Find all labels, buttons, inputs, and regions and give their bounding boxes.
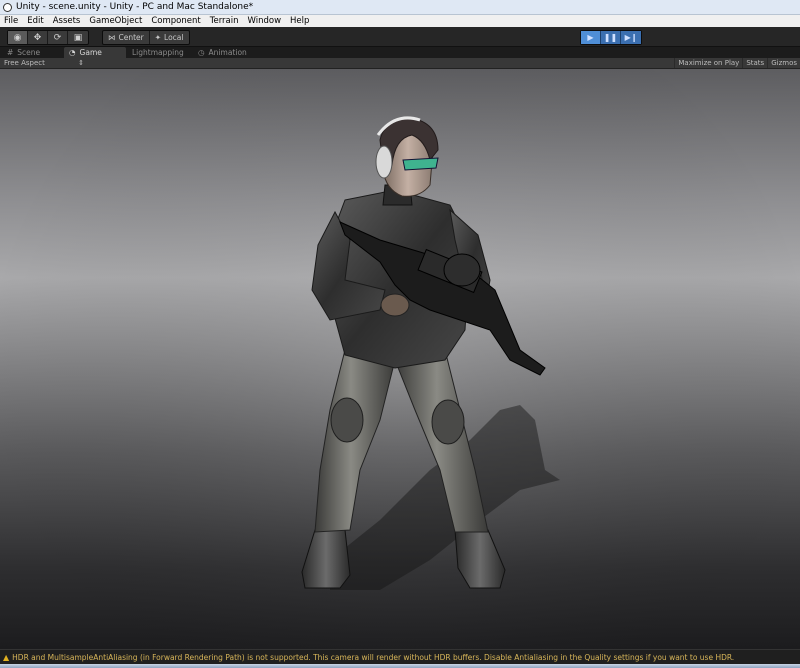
maximize-on-play-toggle[interactable]: Maximize on Play xyxy=(674,58,742,68)
tab-lightmapping[interactable]: Lightmapping xyxy=(127,47,193,58)
tab-scene[interactable]: # Scene xyxy=(2,47,64,58)
character-render xyxy=(0,69,800,649)
move-tool-button[interactable]: ✥ xyxy=(28,31,48,44)
move-arrows-icon: ✥ xyxy=(33,32,42,43)
pivot-center-icon: ⋈ xyxy=(108,33,116,42)
tab-animation-label: Animation xyxy=(208,48,247,57)
rotate-tool-button[interactable]: ⟳ xyxy=(48,31,68,44)
rotate-icon: ⟳ xyxy=(53,32,62,43)
os-taskbar xyxy=(0,664,800,668)
menu-file[interactable]: File xyxy=(0,16,23,26)
step-button[interactable]: ▶❙ xyxy=(621,31,641,44)
play-button[interactable]: ▶ xyxy=(581,31,601,44)
window-title-bar: Unity - scene.unity - Unity - PC and Mac… xyxy=(0,0,800,15)
menu-edit[interactable]: Edit xyxy=(23,16,48,26)
aspect-dropdown[interactable]: Free Aspect ⇕ xyxy=(4,58,84,68)
pivot-local-button[interactable]: ✦ Local xyxy=(150,31,189,44)
transform-tools: ◉ ✥ ⟳ ▣ xyxy=(7,30,89,45)
game-view-options: Maximize on Play Stats Gizmos xyxy=(674,58,800,68)
status-message: HDR and MultisampleAntiAliasing (in Forw… xyxy=(12,653,735,662)
pivot-center-button[interactable]: ⋈ Center xyxy=(103,31,150,44)
menu-terrain[interactable]: Terrain xyxy=(206,16,244,26)
dropdown-arrows-icon: ⇕ xyxy=(78,59,84,67)
game-view-toolbar: Free Aspect ⇕ Maximize on Play Stats Giz… xyxy=(0,58,800,69)
window-title: Unity - scene.unity - Unity - PC and Mac… xyxy=(16,2,254,12)
scene-grid-icon: # xyxy=(7,48,14,57)
menu-bar: File Edit Assets GameObject Component Te… xyxy=(0,15,800,27)
tab-lightmapping-label: Lightmapping xyxy=(132,48,184,57)
local-space-icon: ✦ xyxy=(154,33,162,42)
warning-icon: ▲ xyxy=(3,653,10,662)
menu-component[interactable]: Component xyxy=(147,16,205,26)
gizmos-toggle[interactable]: Gizmos xyxy=(767,58,800,68)
stats-toggle[interactable]: Stats xyxy=(742,58,767,68)
pause-button[interactable]: ❚❚ xyxy=(601,31,621,44)
unity-logo-icon xyxy=(3,2,12,12)
menu-window[interactable]: Window xyxy=(244,16,287,26)
menu-gameobject[interactable]: GameObject xyxy=(85,16,147,26)
game-pacman-icon: ◔ xyxy=(69,48,76,57)
play-icon: ▶ xyxy=(587,33,594,42)
playback-controls: ▶ ❚❚ ▶❙ xyxy=(580,30,642,45)
view-tool-button[interactable]: ◉ xyxy=(8,31,28,44)
pivot-toggles: ⋈ Center ✦ Local xyxy=(102,30,190,45)
scale-tool-button[interactable]: ▣ xyxy=(68,31,88,44)
pivot-center-label: Center xyxy=(118,33,144,42)
tab-animation[interactable]: ◷ Animation xyxy=(193,47,263,58)
tab-game-label: Game xyxy=(79,48,102,57)
pivot-local-label: Local xyxy=(164,33,184,42)
view-tabs: # Scene ◔ Game Lightmapping ◷ Animation xyxy=(0,47,800,58)
step-icon: ▶❙ xyxy=(624,33,638,42)
eye-icon: ◉ xyxy=(13,32,22,43)
menu-assets[interactable]: Assets xyxy=(49,16,86,26)
menu-help[interactable]: Help xyxy=(286,16,314,26)
console-status-bar[interactable]: ▲ HDR and MultisampleAntiAliasing (in Fo… xyxy=(0,649,800,665)
scale-icon: ▣ xyxy=(73,32,83,43)
game-viewport[interactable] xyxy=(0,69,800,649)
pause-icon: ❚❚ xyxy=(603,33,618,42)
tab-scene-label: Scene xyxy=(17,48,41,57)
animation-clock-icon: ◷ xyxy=(198,48,205,57)
tab-game[interactable]: ◔ Game xyxy=(64,47,126,58)
main-toolbar: ◉ ✥ ⟳ ▣ ⋈ Center ✦ Local ▶ ❚❚ ▶❙ xyxy=(0,27,800,47)
aspect-label: Free Aspect xyxy=(4,59,45,67)
